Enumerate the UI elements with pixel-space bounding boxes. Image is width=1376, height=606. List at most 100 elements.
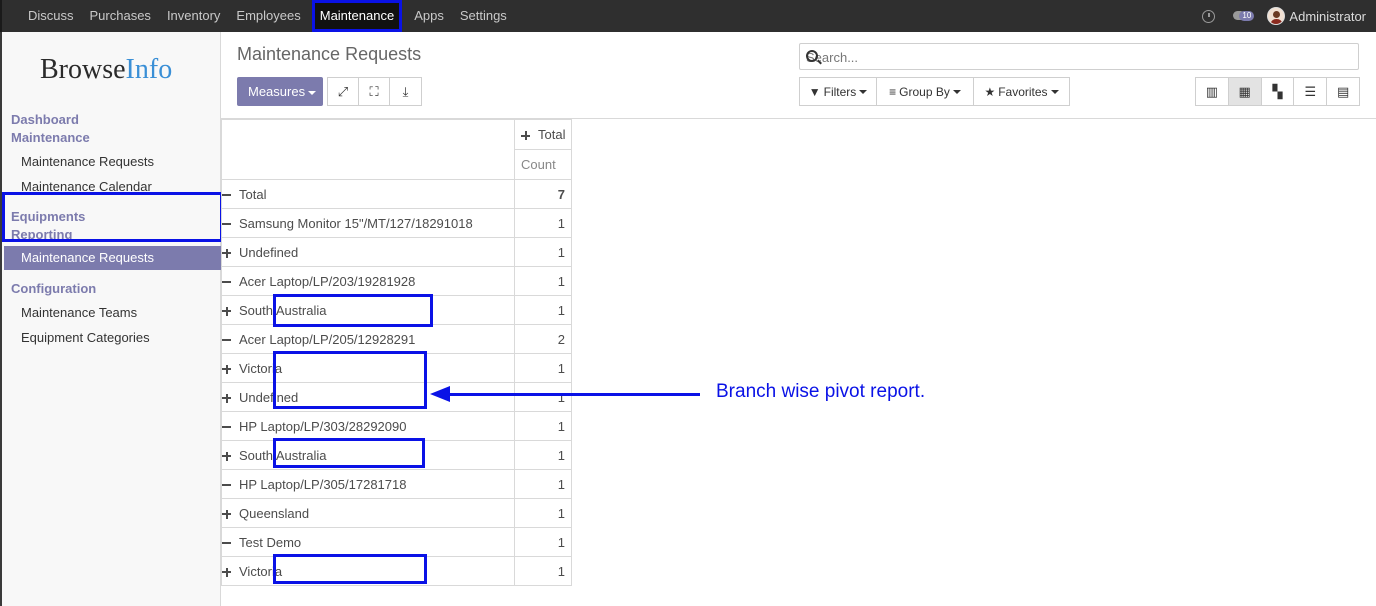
cell-value[interactable]: 1 xyxy=(514,295,572,325)
expand-arrows-icon: ⤢ xyxy=(337,83,349,99)
cell-value[interactable]: 1 xyxy=(514,556,572,586)
pivot-row: Undefined 1 xyxy=(221,382,572,412)
sidebar-section-configuration[interactable]: Configuration xyxy=(11,281,96,296)
cell-value[interactable]: 7 xyxy=(514,179,572,209)
user-menu[interactable]: Administrator xyxy=(1289,9,1366,24)
flip-axis-button[interactable]: ⤢ xyxy=(328,78,359,105)
expand-plus-icon xyxy=(222,364,231,374)
graph-view-button[interactable]: ▥ xyxy=(1196,78,1229,105)
pivot-row: HP Laptop/LP/305/17281718 1 xyxy=(221,469,572,499)
kanban-view-button[interactable]: ▚ xyxy=(1262,78,1295,105)
cell-value[interactable]: 1 xyxy=(514,266,572,296)
row-header[interactable]: Test Demo xyxy=(221,527,515,557)
expand-plus-icon xyxy=(222,306,231,316)
row-header[interactable]: Samsung Monitor 15"/MT/127/18291018 xyxy=(221,208,515,238)
view-switcher: ▥ ▦ ▚ ☰ ▤ xyxy=(1195,77,1360,106)
menu-purchases[interactable]: Purchases xyxy=(82,0,159,32)
sidebar-item-maintenance-teams[interactable]: Maintenance Teams xyxy=(21,305,137,320)
row-header[interactable]: Victoria xyxy=(221,353,515,383)
cell-value[interactable]: 1 xyxy=(514,527,572,557)
collapse-minus-icon xyxy=(222,281,231,284)
collapse-minus-icon xyxy=(222,339,231,342)
cell-value[interactable]: 1 xyxy=(514,237,572,267)
row-header-label: Test Demo xyxy=(239,534,302,550)
sidebar-section-maintenance[interactable]: Maintenance xyxy=(11,130,90,145)
row-header[interactable]: Victoria xyxy=(221,556,515,586)
row-header[interactable]: South Australia xyxy=(221,440,515,470)
filters-button[interactable]: ▼ Filters xyxy=(800,78,877,105)
pivot-row: Acer Laptop/LP/203/19281928 1 xyxy=(221,266,572,296)
menu-employees[interactable]: Employees xyxy=(228,0,308,32)
row-header[interactable]: Acer Laptop/LP/203/19281928 xyxy=(221,266,515,296)
cell-value[interactable]: 1 xyxy=(514,440,572,470)
menu-discuss[interactable]: Discuss xyxy=(20,0,82,32)
calendar-view-button[interactable]: ▤ xyxy=(1327,78,1359,105)
row-header-label: Acer Laptop/LP/205/12928291 xyxy=(239,331,416,347)
row-header[interactable]: South Australia xyxy=(221,295,515,325)
row-header-label: Total xyxy=(239,186,267,202)
systray: 10 Administrator xyxy=(1202,0,1366,32)
search-options: ▼ Filters ≡ Group By ★ Favorites xyxy=(799,77,1070,106)
top-navbar: Discuss Purchases Inventory Employees Ma… xyxy=(0,0,1376,32)
cell-value[interactable]: 2 xyxy=(514,324,572,354)
search-input[interactable]: Search... xyxy=(799,43,1359,70)
row-header[interactable]: Total xyxy=(221,179,515,209)
company-logo: BrowseInfo xyxy=(40,54,172,86)
filters-label: Filters xyxy=(823,84,857,99)
sidebar-section-dashboard[interactable]: Dashboard xyxy=(11,112,79,127)
favorites-label: Favorites xyxy=(998,84,1048,99)
row-header-label: HP Laptop/LP/303/28292090 xyxy=(239,418,407,434)
group-by-button[interactable]: ≡ Group By xyxy=(877,78,974,105)
measures-button[interactable]: Measures xyxy=(237,77,323,106)
cell-value[interactable]: 1 xyxy=(514,353,572,383)
cell-value[interactable]: 1 xyxy=(514,498,572,528)
pivot-row: Samsung Monitor 15"/MT/127/18291018 1 xyxy=(221,208,572,238)
table-icon: ▦ xyxy=(1238,83,1251,99)
sidebar-item-report-maintenance-requests[interactable]: Maintenance Requests xyxy=(4,246,221,270)
favorites-button[interactable]: ★ Favorites xyxy=(974,78,1069,105)
menu-apps[interactable]: Apps xyxy=(406,0,452,32)
cell-value[interactable]: 1 xyxy=(514,208,572,238)
column-header-total[interactable]: Total xyxy=(514,119,572,150)
cell-value[interactable]: 1 xyxy=(514,382,572,412)
expand-plus-icon xyxy=(222,393,231,403)
menu-maintenance[interactable]: Maintenance xyxy=(311,0,403,32)
sidebar-item-equipment-categories[interactable]: Equipment Categories xyxy=(21,330,150,345)
expand-plus-icon xyxy=(222,567,231,577)
activity-clock-icon[interactable] xyxy=(1202,9,1216,23)
pivot-table: Total Count Total 7 Samsung Monitor 15"/MT… xyxy=(221,119,572,586)
expand-all-button[interactable]: ⛶ xyxy=(359,78,390,105)
avatar[interactable] xyxy=(1267,7,1286,25)
collapse-minus-icon xyxy=(222,426,231,429)
messages-icon[interactable]: 10 xyxy=(1233,9,1255,23)
row-header[interactable]: HP Laptop/LP/303/28292090 xyxy=(221,411,515,441)
menu-inventory[interactable]: Inventory xyxy=(159,0,228,32)
menu-settings[interactable]: Settings xyxy=(452,0,515,32)
sidebar-item-maintenance-requests[interactable]: Maintenance Requests xyxy=(21,154,154,169)
row-header-label: Victoria xyxy=(239,563,283,579)
row-header[interactable]: Undefined xyxy=(221,382,515,412)
row-header-label: Queensland xyxy=(239,505,310,521)
collapse-minus-icon xyxy=(222,542,231,545)
pivot-row: Victoria 1 xyxy=(221,353,572,383)
row-header-label: South Australia xyxy=(239,302,327,318)
list-view-button[interactable]: ☰ xyxy=(1294,78,1328,105)
cell-value[interactable]: 1 xyxy=(514,469,572,499)
download-icon: ⤓ xyxy=(402,83,409,99)
calendar-icon: ▤ xyxy=(1336,83,1350,99)
row-header[interactable]: Queensland xyxy=(221,498,515,528)
cell-value[interactable]: 1 xyxy=(514,411,572,441)
search-icon[interactable] xyxy=(806,50,818,62)
pivot-row: Test Demo 1 xyxy=(221,527,572,557)
row-header[interactable]: Acer Laptop/LP/205/12928291 xyxy=(221,324,515,354)
pivot-row: Acer Laptop/LP/205/12928291 2 xyxy=(221,324,572,354)
bar-chart-icon: ▥ xyxy=(1205,83,1219,99)
pivot-view-button[interactable]: ▦ xyxy=(1228,78,1262,105)
pivot-row: HP Laptop/LP/303/28292090 1 xyxy=(221,411,572,441)
row-header-label: South Australia xyxy=(239,447,327,463)
row-header[interactable]: Undefined xyxy=(221,237,515,267)
column-header-label: Total xyxy=(538,127,566,142)
download-button[interactable]: ⤓ xyxy=(390,78,421,105)
sidebar: BrowseInfo Dashboard Maintenance Mainten… xyxy=(0,32,221,606)
row-header[interactable]: HP Laptop/LP/305/17281718 xyxy=(221,469,515,499)
